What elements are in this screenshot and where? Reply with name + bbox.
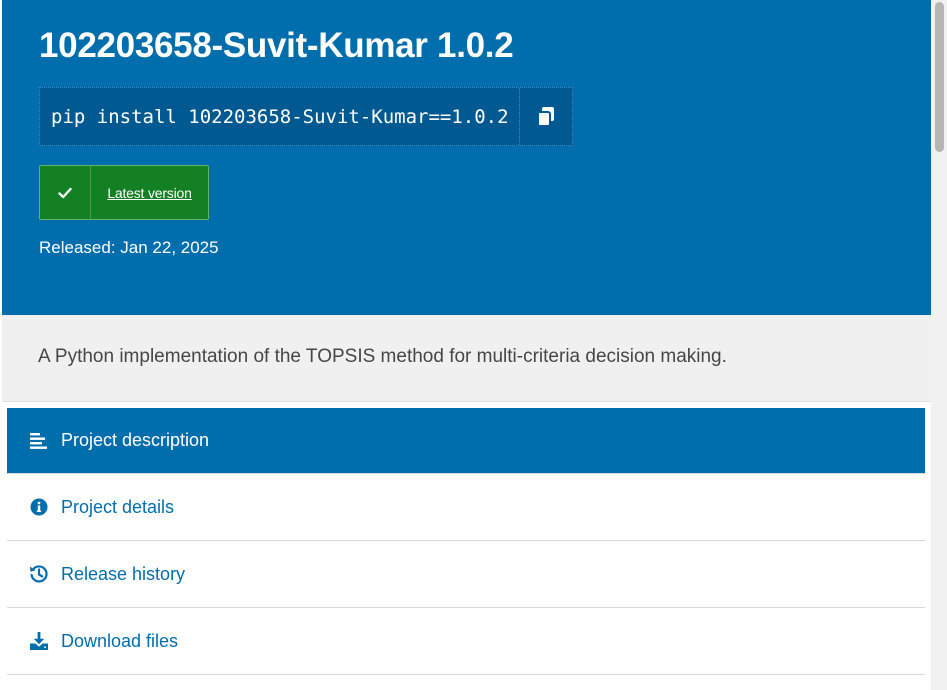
align-left-icon xyxy=(29,431,49,451)
package-summary-text: A Python implementation of the TOPSIS me… xyxy=(38,346,727,367)
scrollbar-thumb[interactable] xyxy=(935,2,944,152)
nav-item-label: Download files xyxy=(61,630,179,651)
release-date: Released: Jan 22, 2025 xyxy=(39,238,219,257)
history-icon xyxy=(29,564,49,584)
nav-item-download-files[interactable]: Download files xyxy=(7,608,925,675)
nav-item-project-details[interactable]: Project details xyxy=(7,474,925,541)
page-scrollbar[interactable] xyxy=(931,0,947,690)
project-navigation: Project description Project details Rele… xyxy=(7,408,925,675)
info-circle-icon xyxy=(29,497,49,517)
download-icon xyxy=(29,631,49,651)
pypi-package-page: 102203658-Suvit-Kumar 1.0.2 pip install … xyxy=(0,0,947,690)
package-header-banner: 102203658-Suvit-Kumar 1.0.2 pip install … xyxy=(2,0,931,315)
pip-install-command[interactable]: pip install 102203658-Suvit-Kumar==1.0.2 xyxy=(40,88,520,145)
check-icon xyxy=(58,187,72,198)
nav-item-label: Release history xyxy=(61,563,186,584)
pip-install-box: pip install 102203658-Suvit-Kumar==1.0.2 xyxy=(39,87,573,146)
nav-item-project-description[interactable]: Project description xyxy=(7,408,925,474)
package-title: 102203658-Suvit-Kumar 1.0.2 xyxy=(39,26,514,65)
nav-item-label: Project description xyxy=(61,430,210,450)
latest-version-badge[interactable]: Latest version xyxy=(39,165,209,220)
copy-icon xyxy=(536,106,554,127)
copy-button[interactable] xyxy=(520,88,572,145)
badge-check-area xyxy=(40,166,91,219)
latest-version-link[interactable]: Latest version xyxy=(91,166,208,219)
package-summary: A Python implementation of the TOPSIS me… xyxy=(2,315,931,402)
nav-item-label: Project details xyxy=(61,496,175,517)
nav-item-release-history[interactable]: Release history xyxy=(7,541,925,608)
